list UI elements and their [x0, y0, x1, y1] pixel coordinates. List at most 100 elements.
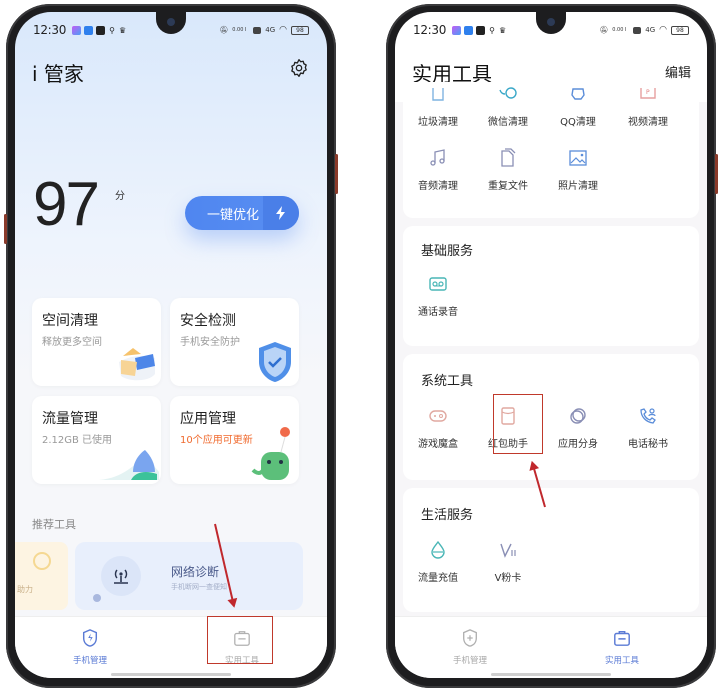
mute-icon: 🔕︎ — [219, 26, 229, 34]
recommended-tools-title: 推荐工具 — [32, 518, 76, 531]
status-time: 12:30 — [33, 23, 67, 37]
phone-left: 12:30 ⚲ ♛ 🔕︎ 0.00 KB/S 4G ◠ 98 i 管家 97 分… — [4, 4, 338, 688]
photo-icon — [569, 150, 587, 166]
card-space-cleanup[interactable]: 空间清理 释放更多空间 — [32, 298, 161, 386]
tool-label: 视频清理 — [628, 117, 668, 128]
location-icon: ⚲ — [109, 25, 115, 35]
speed-readout: 0.00 KB/S — [232, 27, 246, 33]
tool-label: QQ清理 — [560, 117, 596, 128]
tool-label: 照片清理 — [558, 181, 598, 192]
side-button — [715, 154, 718, 194]
badge-dot — [93, 594, 101, 602]
gear-icon[interactable] — [289, 58, 309, 78]
tool-trash-cleanup[interactable]: 垃圾清理 — [403, 84, 473, 128]
tool-label: 电话秘书 — [628, 439, 668, 450]
tab-phone-management[interactable]: 手机管理 — [420, 629, 520, 666]
one-click-optimize-button[interactable]: 一键优化 — [185, 196, 299, 230]
boost-icon — [33, 552, 51, 570]
tab-phone-management[interactable]: 手机管理 — [40, 629, 140, 666]
card-security-check[interactable]: 安全检测 手机安全防护 — [170, 298, 299, 386]
app-notification-icon — [72, 25, 82, 35]
recommended-card-title: 网络诊断 — [171, 565, 220, 579]
water-drop-icon — [99, 450, 159, 480]
tool-game-box[interactable]: 游戏魔盒 — [403, 406, 473, 450]
screen-practical-tools: 12:30 ⚲ ♛ 🔕︎ 0.00 KB/S 4G ◠ 98 实用工具 编辑 垃… — [395, 12, 707, 678]
toolbox-icon — [614, 630, 630, 646]
card-title: 应用管理 — [180, 411, 236, 427]
section-basic-services: 基础服务 通话录音 — [403, 226, 699, 346]
folder-clean-icon — [119, 348, 155, 381]
card-subtitle: 10个应用可更新 — [180, 435, 253, 446]
section-clean-tools: 垃圾清理 微信清理 QQ清理 P 视频清理 音频清理 重复文件 照片清理 — [403, 82, 699, 218]
section-title: 基础服务 — [421, 244, 474, 259]
tool-vfan-card[interactable]: V粉卡 — [473, 540, 543, 584]
shield-bolt-icon — [82, 629, 98, 647]
tool-wechat-cleanup[interactable]: 微信清理 — [473, 84, 543, 128]
mute-icon: 🔕︎ — [599, 26, 609, 34]
speed-readout: 0.00 KB/S — [612, 27, 626, 33]
tool-qq-cleanup[interactable]: QQ清理 — [543, 84, 613, 128]
shield-check-icon — [259, 342, 291, 382]
tool-label: V粉卡 — [494, 573, 522, 584]
section-title: 系统工具 — [421, 374, 474, 389]
tool-label: 应用分身 — [558, 439, 598, 450]
video-icon: P — [640, 88, 656, 99]
voicemail-icon — [429, 277, 447, 291]
edit-button[interactable]: 编辑 — [665, 62, 691, 81]
tab-label: 手机管理 — [452, 656, 487, 666]
phone-secretary-icon — [640, 408, 656, 424]
tool-phone-secretary[interactable]: 电话秘书 — [613, 406, 683, 450]
recommended-card-network-diagnosis[interactable]: 网络诊断 手机断网一查便知 — [75, 542, 303, 610]
duplicate-file-icon — [501, 148, 516, 167]
hd-icon — [253, 26, 262, 34]
hd-icon — [633, 26, 642, 34]
tool-duplicate-files[interactable]: 重复文件 — [473, 148, 543, 192]
battery-icon: 98 — [291, 25, 309, 35]
annotation-highlight-box — [207, 616, 273, 664]
tool-label: 流量充值 — [418, 573, 458, 584]
vfan-card-icon — [500, 543, 516, 558]
recommended-card-partial[interactable]: 助力 — [15, 542, 68, 610]
app-title: i 管家 — [32, 62, 84, 86]
card-subtitle: 释放更多空间 — [42, 337, 102, 348]
section-system-tools: 系统工具 游戏魔盒 红包助手 应用分身 电话秘书 — [403, 354, 699, 480]
app-notification-icon — [96, 25, 106, 35]
home-indicator — [111, 673, 231, 676]
side-button — [335, 154, 338, 194]
app-notification-icon — [464, 25, 474, 35]
bottom-tab-bar: 手机管理 实用工具 — [395, 616, 707, 678]
side-button — [4, 214, 7, 244]
battery-icon: 98 — [671, 25, 689, 35]
card-subtitle: 手机安全防护 — [180, 337, 240, 348]
tool-label: 重复文件 — [488, 181, 528, 192]
tool-app-clone[interactable]: 应用分身 — [543, 406, 613, 450]
home-indicator — [491, 673, 611, 676]
recommended-card-subtitle: 手机断网一查便知 — [171, 583, 227, 591]
bottom-tab-bar: 手机管理 实用工具 — [15, 616, 327, 678]
gamepad-icon — [429, 410, 447, 422]
health-score: 97 — [33, 170, 100, 239]
tool-call-recording[interactable]: 通话录音 — [403, 274, 473, 318]
tool-data-topup[interactable]: 流量充值 — [403, 540, 473, 584]
location-icon: ⚲ — [489, 25, 495, 35]
tool-video-cleanup[interactable]: P 视频清理 — [613, 84, 683, 128]
section-life-services: 生活服务 流量充值 V粉卡 — [403, 488, 699, 612]
card-data-management[interactable]: 流量管理 2.12GB 已使用 — [32, 396, 161, 484]
crown-icon: ♛ — [498, 25, 507, 35]
tool-label: 通话录音 — [418, 307, 458, 318]
app-notification-icon — [452, 25, 462, 35]
phone-right: 12:30 ⚲ ♛ 🔕︎ 0.00 KB/S 4G ◠ 98 实用工具 编辑 垃… — [386, 4, 718, 688]
tab-label: 实用工具 — [604, 656, 639, 666]
tool-audio-cleanup[interactable]: 音频清理 — [403, 148, 473, 192]
signal-icon: 4G — [645, 26, 656, 34]
wifi-icon: ◠ — [659, 25, 667, 35]
wechat-icon — [499, 87, 517, 99]
card-title: 空间清理 — [42, 313, 98, 329]
tab-practical-tools[interactable]: 实用工具 — [572, 629, 672, 666]
app-clone-icon — [570, 408, 586, 424]
card-title: 安全检测 — [180, 313, 236, 329]
card-app-management[interactable]: 应用管理 10个应用可更新 — [170, 396, 299, 484]
android-robot-icon — [251, 427, 290, 480]
screen-i-manager: 12:30 ⚲ ♛ 🔕︎ 0.00 KB/S 4G ◠ 98 i 管家 97 分… — [15, 12, 327, 678]
tool-photo-cleanup[interactable]: 照片清理 — [543, 148, 613, 192]
